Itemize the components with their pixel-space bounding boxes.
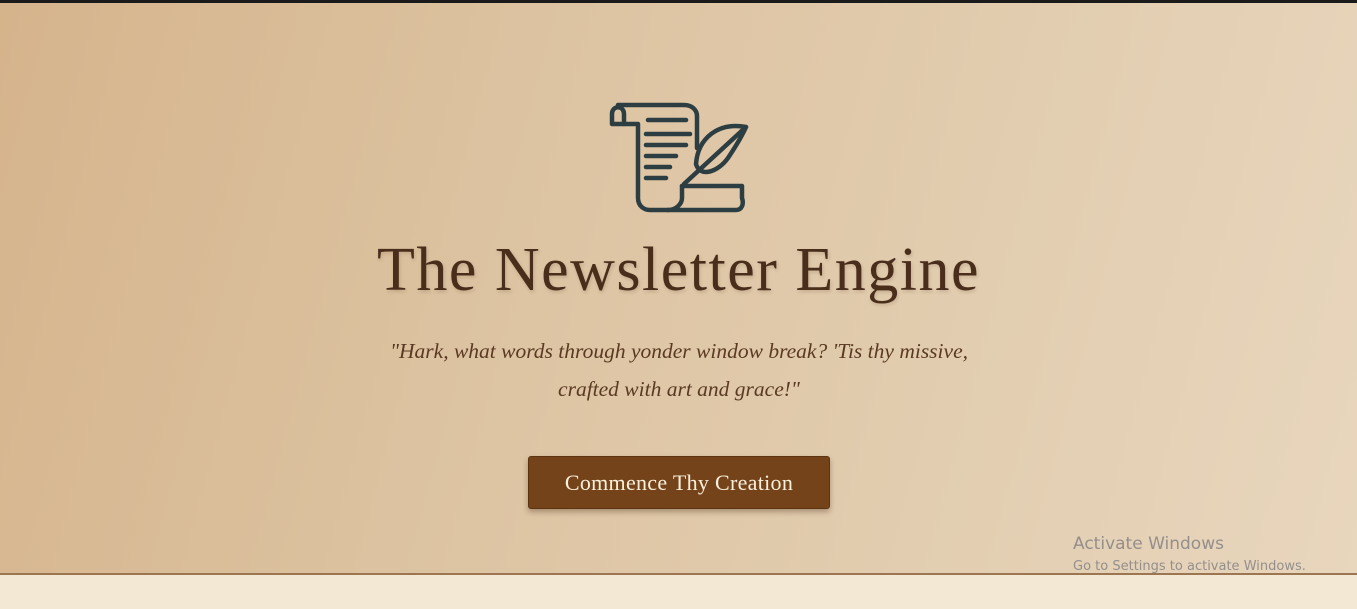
- watermark-title: Activate Windows: [1073, 534, 1224, 554]
- hero-tagline: "Hark, what words through yonder window …: [389, 339, 968, 401]
- page-footer-strip: [0, 575, 1357, 609]
- activate-windows-watermark: Activate Windows Go to Settings to activ…: [1073, 532, 1306, 577]
- scroll-quill-icon: [609, 102, 749, 213]
- commence-creation-button[interactable]: Commence Thy Creation: [528, 456, 830, 509]
- page-title: The Newsletter Engine: [376, 236, 981, 304]
- watermark-subtitle: Go to Settings to activate Windows.: [1073, 559, 1306, 574]
